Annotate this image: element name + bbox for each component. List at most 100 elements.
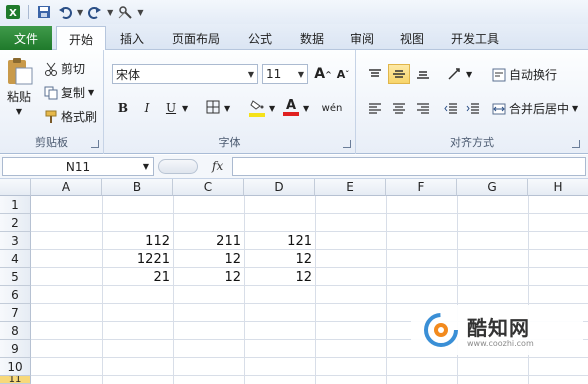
paste-icon bbox=[4, 56, 34, 86]
row-header-3[interactable]: 3 bbox=[0, 232, 31, 250]
tab-home[interactable]: 开始 bbox=[56, 26, 106, 51]
format-painter-button[interactable]: 格式刷 bbox=[44, 108, 97, 125]
italic-button[interactable]: I bbox=[136, 98, 158, 118]
increase-indent-button[interactable] bbox=[462, 98, 484, 118]
undo-dropdown-icon[interactable]: ▼ bbox=[77, 8, 83, 17]
grow-font-icon: A bbox=[314, 66, 326, 82]
cell-d4[interactable]: 12 bbox=[244, 251, 315, 268]
wrap-text-button[interactable]: 自动换行 bbox=[492, 66, 557, 83]
tab-data[interactable]: 数据 bbox=[290, 26, 334, 50]
borders-button[interactable] bbox=[202, 98, 224, 118]
formula-bar-splitter[interactable] bbox=[158, 159, 198, 174]
paste-label: 粘贴 bbox=[6, 90, 31, 104]
grow-font-button[interactable]: A ^ bbox=[312, 64, 334, 84]
row-header-6[interactable]: 6 bbox=[0, 286, 31, 304]
borders-dropdown-icon[interactable]: ▼ bbox=[224, 104, 230, 113]
row-header-2[interactable]: 2 bbox=[0, 214, 31, 232]
cell-b4[interactable]: 1221 bbox=[102, 251, 173, 268]
format-painter-label: 格式刷 bbox=[61, 110, 98, 124]
column-header-g[interactable]: G bbox=[457, 179, 528, 196]
row-header-5[interactable]: 5 bbox=[0, 268, 31, 286]
column-header-b[interactable]: B bbox=[102, 179, 173, 196]
align-bottom-button[interactable] bbox=[412, 64, 434, 84]
tab-review[interactable]: 审阅 bbox=[340, 26, 384, 50]
fill-color-dropdown-icon[interactable]: ▼ bbox=[269, 104, 275, 113]
grid-row bbox=[31, 358, 588, 376]
cell-b5[interactable]: 21 bbox=[102, 269, 173, 286]
wrap-text-icon bbox=[492, 68, 506, 81]
row-header-11[interactable]: 11 bbox=[0, 376, 31, 384]
paste-button[interactable]: 粘贴 ▼ bbox=[4, 56, 34, 116]
font-color-dropdown-icon[interactable]: ▼ bbox=[303, 104, 309, 113]
tab-insert[interactable]: 插入 bbox=[110, 26, 154, 50]
tab-formulas[interactable]: 公式 bbox=[238, 26, 282, 50]
font-launcher-icon[interactable] bbox=[343, 140, 351, 148]
align-middle-button[interactable] bbox=[388, 64, 410, 84]
row-header-7[interactable]: 7 bbox=[0, 304, 31, 322]
font-name-combo[interactable]: 宋体 ▼ bbox=[112, 64, 258, 84]
clipboard-launcher-icon[interactable] bbox=[91, 140, 99, 148]
coozhi-logo-icon bbox=[424, 313, 458, 347]
tab-file[interactable]: 文件 bbox=[0, 26, 52, 50]
row-header-9[interactable]: 9 bbox=[0, 340, 31, 358]
name-box-value: N11 bbox=[65, 159, 91, 174]
name-box[interactable]: N11 ▼ bbox=[2, 157, 154, 176]
underline-button[interactable]: U bbox=[160, 98, 182, 118]
select-all-corner[interactable] bbox=[0, 179, 31, 196]
bold-button[interactable]: B bbox=[112, 98, 134, 118]
align-center-button[interactable] bbox=[388, 98, 410, 118]
cell-c4[interactable]: 12 bbox=[173, 251, 244, 268]
decrease-indent-button[interactable] bbox=[440, 98, 462, 118]
column-header-h[interactable]: H bbox=[528, 179, 588, 196]
column-header-c[interactable]: C bbox=[173, 179, 244, 196]
phonetic-guide-button[interactable]: wén bbox=[318, 98, 346, 118]
align-bottom-icon bbox=[417, 71, 429, 79]
tab-developer[interactable]: 开发工具 bbox=[442, 26, 508, 50]
row-header-1[interactable]: 1 bbox=[0, 196, 31, 214]
row-header-4[interactable]: 4 bbox=[0, 250, 31, 268]
undo-icon[interactable] bbox=[56, 3, 74, 21]
alignment-launcher-icon[interactable] bbox=[572, 140, 580, 148]
cell-c5[interactable]: 12 bbox=[173, 269, 244, 286]
merge-center-icon bbox=[492, 103, 506, 114]
row-header-10[interactable]: 10 bbox=[0, 358, 31, 376]
copy-button[interactable]: 复制 ▼ bbox=[44, 84, 94, 101]
alignment-group: ▼ 自动换行 合并后居中 ▼ 对齐方式 bbox=[356, 50, 588, 154]
row-header-8[interactable]: 8 bbox=[0, 322, 31, 340]
cut-button[interactable]: 剪切 bbox=[44, 60, 85, 77]
font-size-combo[interactable]: 11 ▼ bbox=[262, 64, 308, 84]
orientation-button[interactable] bbox=[444, 64, 466, 84]
align-top-icon bbox=[369, 69, 381, 77]
cell-c3[interactable]: 211 bbox=[173, 233, 244, 250]
insert-function-icon[interactable]: fx bbox=[212, 159, 223, 173]
font-color-button[interactable]: A bbox=[280, 98, 302, 118]
wrap-text-label: 自动换行 bbox=[509, 68, 558, 82]
customize-icon[interactable] bbox=[116, 3, 134, 21]
align-top-button[interactable] bbox=[364, 64, 386, 84]
excel-icon: X bbox=[4, 3, 22, 21]
save-icon[interactable] bbox=[35, 3, 53, 21]
column-header-e[interactable]: E bbox=[315, 179, 386, 196]
column-header-d[interactable]: D bbox=[244, 179, 315, 196]
align-right-button[interactable] bbox=[412, 98, 434, 118]
column-header-a[interactable]: A bbox=[31, 179, 102, 196]
customize-dropdown-icon[interactable]: ▼ bbox=[137, 8, 143, 17]
merge-center-button[interactable]: 合并后居中 ▼ bbox=[492, 100, 578, 117]
cell-d5[interactable]: 12 bbox=[244, 269, 315, 286]
tab-view[interactable]: 视图 bbox=[390, 26, 434, 50]
clipboard-group: 粘贴 ▼ 剪切 复制 ▼ 格式刷 剪贴板 bbox=[0, 50, 104, 154]
align-left-button[interactable] bbox=[364, 98, 386, 118]
fill-color-button[interactable] bbox=[246, 98, 268, 118]
cell-b3[interactable]: 112 bbox=[102, 233, 173, 250]
increase-indent-icon bbox=[466, 103, 479, 114]
underline-dropdown-icon[interactable]: ▼ bbox=[182, 104, 188, 113]
tab-page-layout[interactable]: 页面布局 bbox=[162, 26, 230, 50]
redo-dropdown-icon[interactable]: ▼ bbox=[107, 8, 113, 17]
decrease-indent-icon bbox=[444, 103, 457, 114]
column-header-f[interactable]: F bbox=[386, 179, 457, 196]
redo-icon[interactable] bbox=[86, 3, 104, 21]
formula-input[interactable] bbox=[232, 157, 586, 176]
shrink-font-button[interactable]: Aˇ bbox=[332, 64, 354, 84]
orientation-dropdown-icon[interactable]: ▼ bbox=[466, 70, 472, 79]
cell-d3[interactable]: 121 bbox=[244, 233, 315, 250]
